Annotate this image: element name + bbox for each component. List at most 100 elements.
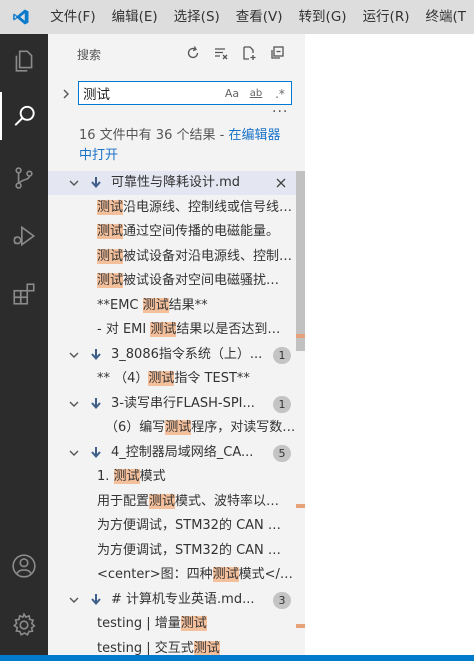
match-highlight: 测试 [97,224,124,239]
match-count-badge: 5 [273,444,291,462]
menu-terminal[interactable]: 终端(T [417,0,474,34]
match-suffix: 沿电源线、控制线或信号线… [123,199,293,215]
chevron-down-icon[interactable] [68,441,80,465]
scrollbar-match-marker [296,334,305,338]
match-preview-text: 测试沿电源线、控制线或信号线… [97,196,297,220]
match-highlight: 测试 [193,640,220,656]
match-preview-text: 为方便调试，STM32的 CAN … [97,539,297,563]
refresh-icon[interactable] [183,43,203,63]
run-debug-icon[interactable] [0,212,48,260]
menu-selection[interactable]: 选择(S) [166,0,228,34]
result-match-row[interactable]: ** （4）测试指令 TEST** [48,367,305,391]
match-preview-text: - 对 EMI 测试结果以是否达到… [97,318,297,342]
source-control-icon[interactable] [0,154,48,202]
match-preview-text: ** （4）测试指令 TEST** [97,367,297,391]
match-highlight: 测试 [212,567,239,582]
match-suffix: 被试设备对沿电源线、控制线… [123,248,297,264]
search-icon[interactable] [0,92,48,140]
match-preview-text: 测试被试设备对空间电磁骚扰… [97,269,297,293]
result-match-row[interactable]: 测试通过空间传播的电磁能量。 [48,220,305,244]
match-preview-text: 用于配置测试模式、波特率以… [97,490,297,514]
toggle-search-details-icon[interactable]: ··· [272,104,288,120]
sidebar-actions [183,43,287,63]
editor-area [305,34,474,661]
result-file-row[interactable]: # 计算机专业英语.md... 3 [48,588,305,612]
result-match-row[interactable]: （6）编写测试程序，对读写数… [48,416,305,440]
files-icon[interactable] [0,37,48,85]
result-file-row[interactable]: 3_8086指令系统（上）... 1 [48,343,305,367]
result-file-name: 可靠性与降耗设计.md [111,175,241,190]
match-case-toggle[interactable]: Aa [223,85,241,102]
match-suffix: 模式 [139,469,166,484]
toggle-replace-chevron-icon[interactable] [59,86,73,102]
menu-go[interactable]: 转到(G) [291,0,355,34]
match-prefix: 用于配置 [97,493,150,509]
extensions-icon[interactable] [0,270,48,318]
match-suffix: 被试设备对空间电磁骚扰… [123,273,280,288]
match-suffix: 指令 TEST** [174,371,250,386]
markdown-file-icon [90,343,104,367]
result-match-row[interactable]: 用于配置测试模式、波特率以… [48,490,305,514]
match-suffix: 结果以是否达到… [176,322,281,337]
result-match-row[interactable]: <center>图：四种测试模式</… [48,563,305,587]
result-match-row[interactable]: 为方便调试，STM32的 CAN … [48,514,305,538]
match-suffix: 模式、波特率以… [175,493,280,509]
result-file-row[interactable]: 3-读写串行FLASH-SPI... 1 [48,392,305,416]
match-prefix: 为方便调试，STM32的 CAN … [97,542,281,558]
activity-bar [0,34,48,661]
account-icon[interactable] [0,542,48,590]
match-preview-text: 测试被试设备对沿电源线、控制线… [97,245,297,269]
match-whole-word-toggle[interactable]: ab [246,85,266,102]
dismiss-result-close-icon[interactable] [274,171,288,195]
result-match-row[interactable]: - 对 EMI 测试结果以是否达到… [48,318,305,342]
sidebar-header: 搜索 [48,34,305,72]
result-file-name: 3-读写串行FLASH-SPI... [111,395,255,411]
result-file-row[interactable]: 可靠性与降耗设计.md [48,171,305,195]
chevron-down-icon[interactable] [68,588,80,612]
match-prefix: <center>图：四种 [97,567,213,582]
menu-edit[interactable]: 编辑(E) [104,0,166,34]
clear-results-icon[interactable] [211,43,231,63]
search-input[interactable] [83,84,213,102]
result-match-row[interactable]: 1. 测试模式 [48,465,305,489]
match-prefix: testing | 增量 [97,616,181,631]
match-preview-text: **EMC 测试结果** [97,294,297,318]
search-results-tree: 可靠性与降耗设计.md 测试沿电源线、控制线或信号线… 测试通过空间传播的电磁能量。… [48,171,305,661]
chevron-down-icon[interactable] [68,171,80,195]
match-highlight: 测试 [149,493,176,509]
use-regex-toggle[interactable]: .* [272,85,288,102]
sidebar-title: 搜索 [77,48,102,62]
result-match-row[interactable]: **EMC 测试结果** [48,294,305,318]
results-summary: 16 文件中有 36 个结果 - 在编辑器中打开 [79,126,289,166]
scrollbar-match-marker [296,504,305,508]
result-match-row[interactable]: 为方便调试，STM32的 CAN … [48,539,305,563]
match-preview-text: <center>图：四种测试模式</… [97,563,297,587]
markdown-file-icon [90,441,104,465]
match-suffix: 通过空间传播的电磁能量。 [123,224,280,239]
result-match-row[interactable]: testing | 增量测试 [48,612,305,636]
result-match-row[interactable]: 测试沿电源线、控制线或信号线… [48,196,305,220]
match-preview-text: （6）编写测试程序，对读写数… [105,416,305,440]
match-prefix: （6）编写 [105,420,166,435]
settings-gear-icon[interactable] [0,601,48,649]
menu-file[interactable]: 文件(F) [42,0,103,34]
match-highlight: 测试 [165,420,192,435]
match-suffix: 程序，对读写数… [191,420,296,435]
collapse-all-icon[interactable] [267,43,287,63]
match-prefix: 1. [97,469,114,484]
results-scrollbar[interactable] [296,171,305,351]
result-match-row[interactable]: 测试被试设备对空间电磁骚扰… [48,269,305,293]
new-search-editor-icon[interactable] [239,43,259,63]
chevron-down-icon[interactable] [68,392,80,416]
match-preview-text: testing | 增量测试 [97,612,297,636]
result-file-name: 4_控制器局域网络_CA... [111,444,254,460]
vscode-logo-icon [0,0,42,34]
result-match-row[interactable]: 测试被试设备对沿电源线、控制线… [48,245,305,269]
status-bar [0,655,474,661]
chevron-down-icon[interactable] [68,343,80,367]
search-box: Aa ab .* [78,81,292,105]
result-file-row[interactable]: 4_控制器局域网络_CA... 5 [48,441,305,465]
menu-run[interactable]: 运行(R) [355,0,418,34]
markdown-file-icon [90,392,104,416]
menu-view[interactable]: 查看(V) [228,0,291,34]
